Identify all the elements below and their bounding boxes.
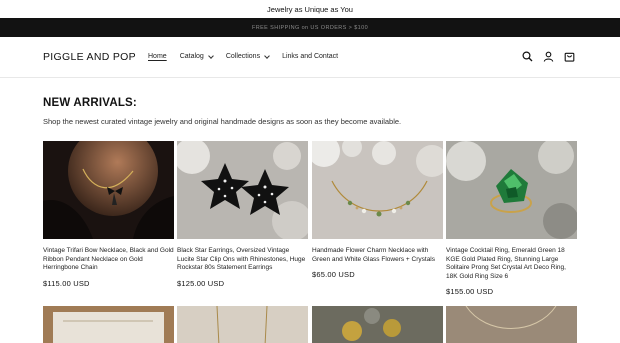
product-title[interactable]: Vintage Cocktail Ring, Emerald Green 18 …	[446, 247, 577, 281]
shipping-text: FREE SHIPPING on US ORDERS > $100	[251, 24, 369, 31]
nav-links-contact[interactable]: Links and Contact	[282, 53, 338, 60]
product-image[interactable]	[446, 141, 577, 239]
product-title[interactable]: Handmade Flower Charm Necklace with Gree…	[312, 247, 443, 264]
product-image[interactable]	[43, 141, 174, 239]
product-price: $155.00 USD	[446, 287, 494, 296]
product-price: $125.00 USD	[177, 278, 225, 288]
main-nav: Home Catalog Collections Links and Conta…	[148, 52, 351, 60]
product-title[interactable]: Black Star Earrings, Oversized Vintage L…	[177, 247, 308, 273]
cart-icon[interactable]	[564, 51, 575, 62]
nav-home[interactable]: Home	[148, 53, 167, 60]
nav-links-label: Links and Contact	[282, 53, 339, 60]
nav-catalog[interactable]: Catalog	[179, 52, 214, 60]
product-image[interactable]	[312, 306, 443, 343]
product-price: $115.00 USD	[43, 278, 90, 288]
search-icon[interactable]	[522, 51, 533, 62]
product-image[interactable]	[446, 306, 577, 343]
nav-collections[interactable]: Collections	[225, 52, 270, 60]
chevron-down-icon	[264, 52, 270, 59]
shipping-bar: FREE SHIPPING on US ORDERS > $100	[0, 18, 620, 37]
chevron-down-icon	[207, 52, 214, 59]
nav-home-label: Home	[148, 53, 167, 60]
account-icon[interactable]	[543, 51, 554, 62]
section-subtitle: Shop the newest curated vintage jewelry …	[43, 117, 402, 126]
product-card[interactable]: Vintage Cocktail Ring, Emerald Green 18 …	[446, 141, 577, 296]
product-card[interactable]: Vintage Trifari Bow Necklace, Black and …	[43, 141, 174, 288]
announcement-text: Jewelry as Unique as You	[267, 4, 353, 14]
site-header: PIGGLE AND POP Home Catalog Collections …	[0, 37, 620, 78]
product-image[interactable]	[312, 141, 443, 239]
product-image[interactable]	[177, 141, 308, 239]
product-image[interactable]	[177, 306, 308, 343]
product-card[interactable]: Handmade Flower Charm Necklace with Gree…	[312, 141, 443, 279]
nav-catalog-label: Catalog	[179, 53, 204, 60]
announcement-bar: Jewelry as Unique as You	[0, 0, 620, 18]
product-price: $65.00 USD	[312, 270, 355, 279]
product-card[interactable]: Black Star Earrings, Oversized Vintage L…	[177, 141, 308, 288]
nav-collections-label: Collections	[225, 53, 261, 60]
product-title[interactable]: Vintage Trifari Bow Necklace, Black and …	[43, 247, 174, 273]
product-image[interactable]	[43, 306, 174, 343]
header-icons	[522, 51, 575, 62]
store-logo[interactable]: PIGGLE AND POP	[43, 51, 136, 63]
section-title: NEW ARRIVALS:	[43, 97, 137, 109]
